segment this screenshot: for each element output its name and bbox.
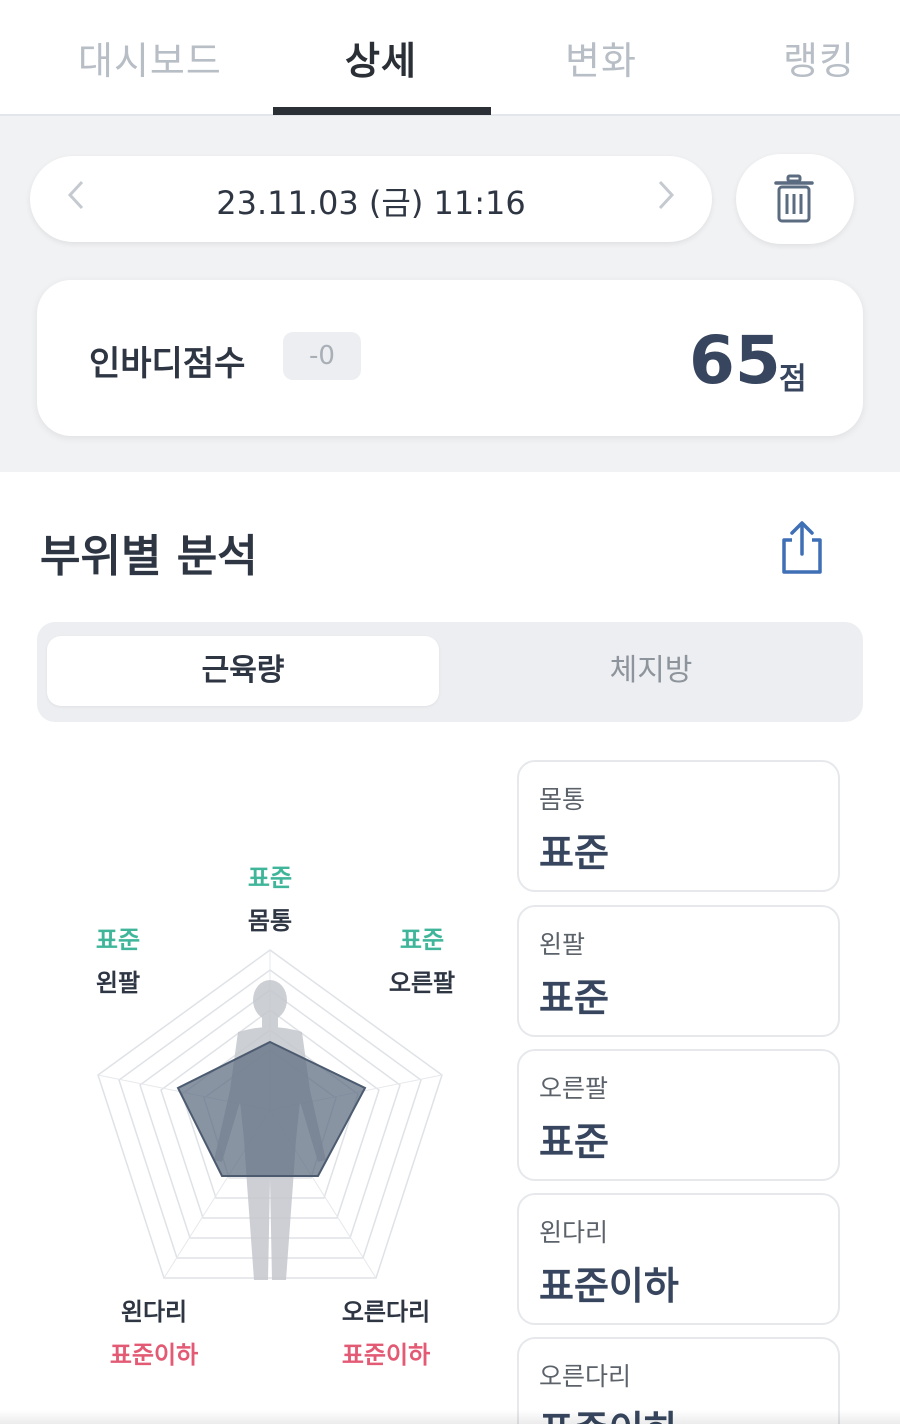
part-card-status: 표준이하 — [539, 1264, 679, 1308]
radar-part-left-arm: 왼팔 — [95, 969, 141, 997]
part-card-name: 오른팔 — [539, 1074, 609, 1103]
bottom-sheet-edge — [0, 1410, 900, 1424]
score-unit: 점 — [779, 362, 807, 397]
radar-label-left-leg: 왼다리 표준이하 — [84, 1292, 224, 1370]
radar-part-right-arm: 오른팔 — [388, 969, 456, 997]
part-card-name: 오른다리 — [539, 1362, 632, 1391]
chevron-right-icon[interactable] — [656, 178, 676, 221]
radar-status-left-leg: 표준이하 — [109, 1341, 199, 1369]
part-card-trunk[interactable]: 몸통 표준 — [517, 760, 840, 892]
tab-detail[interactable]: 상세 — [345, 30, 417, 85]
radar-label-right-leg: 오른다리 표준이하 — [316, 1292, 456, 1370]
share-icon[interactable] — [780, 520, 824, 580]
section-title: 부위별 분석 — [40, 531, 258, 582]
radar-status-left-arm: 표준 — [95, 926, 141, 954]
tab-ranking[interactable]: 랭킹 — [783, 30, 855, 85]
radar-label-trunk: 표준 몸통 — [200, 858, 340, 936]
part-card-status: 표준 — [539, 831, 609, 875]
radar-status-trunk: 표준 — [247, 864, 293, 892]
segment-muscle[interactable]: 근육량 — [47, 636, 439, 706]
date-navigator: 23.11.03 (금) 11:16 — [30, 156, 712, 242]
part-card-status: 표준 — [539, 1120, 609, 1164]
part-card-name: 왼팔 — [539, 930, 586, 959]
delete-button[interactable] — [736, 154, 854, 244]
inbody-score-card[interactable]: 인바디점수 -0 65 점 — [37, 280, 863, 436]
radar-status-right-leg: 표준이하 — [341, 1341, 431, 1369]
part-card-name: 왼다리 — [539, 1218, 609, 1247]
tab-change[interactable]: 변화 — [565, 30, 637, 85]
part-card-right-arm[interactable]: 오른팔 표준 — [517, 1049, 840, 1181]
muscle-fat-segment-control: 근육량 체지방 — [37, 622, 863, 722]
radar-status-right-arm: 표준 — [399, 926, 445, 954]
segment-fat[interactable]: 체지방 — [455, 636, 847, 706]
radar-part-trunk: 몸통 — [247, 907, 293, 935]
top-tab-bar: 대시보드 상세 변화 랭킹 — [0, 0, 900, 116]
part-card-status: 표준 — [539, 976, 609, 1020]
part-card-left-arm[interactable]: 왼팔 표준 — [517, 905, 840, 1037]
radar-part-left-leg: 왼다리 — [120, 1298, 188, 1326]
score-diff-badge: -0 — [283, 332, 361, 380]
score-value: 65 — [689, 322, 781, 399]
radar-part-right-leg: 오른다리 — [341, 1298, 431, 1326]
score-label: 인바디점수 — [89, 344, 246, 384]
segmental-radar-chart: 표준 몸통 표준 왼팔 표준 오른팔 왼다리 표준이하 오른다리 표준이하 — [60, 840, 500, 1370]
radar-data-polygon — [176, 1040, 367, 1177]
part-card-left-leg[interactable]: 왼다리 표준이하 — [517, 1193, 840, 1325]
trash-icon — [774, 174, 814, 223]
radar-label-right-arm: 표준 오른팔 — [352, 920, 492, 998]
measurement-date[interactable]: 23.11.03 (금) 11:16 — [30, 178, 712, 224]
radar-label-left-arm: 표준 왼팔 — [48, 920, 188, 998]
active-tab-indicator — [273, 107, 491, 115]
part-card-name: 몸통 — [539, 785, 586, 814]
tab-dashboard[interactable]: 대시보드 — [78, 30, 222, 85]
